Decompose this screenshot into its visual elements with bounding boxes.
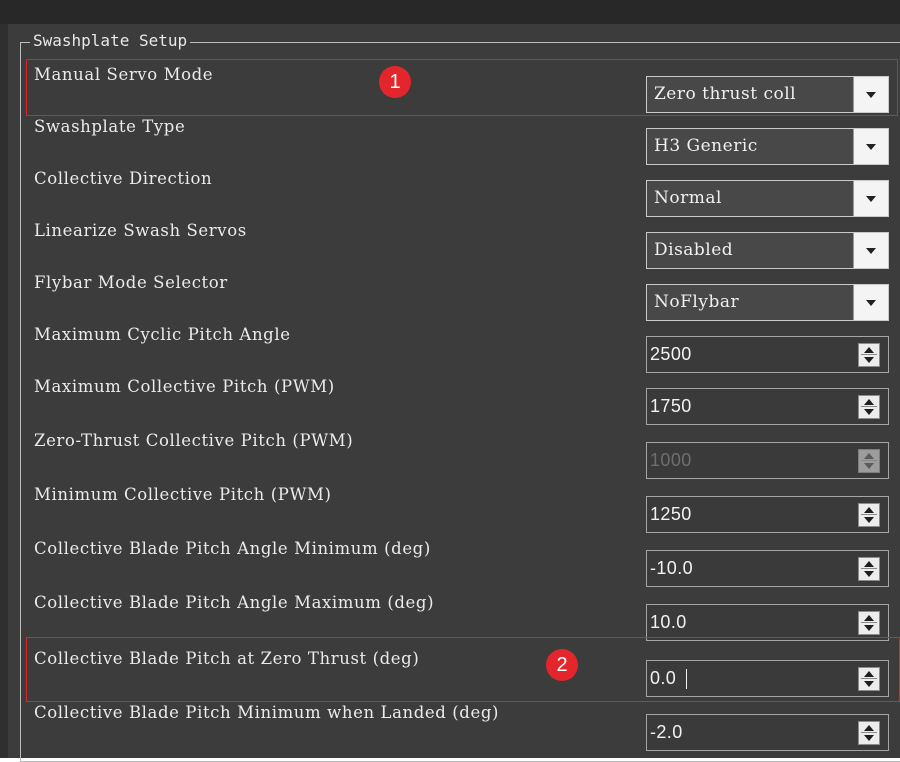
blade-pitch-angle-minimum-input[interactable]: -10.0 bbox=[646, 550, 889, 587]
maximum-collective-pitch-label: Maximum Collective Pitch (PWM) bbox=[34, 377, 335, 396]
stepper-divider bbox=[861, 406, 877, 407]
step-up-icon bbox=[864, 561, 874, 567]
flybar-mode-select[interactable]: NoFlybar bbox=[646, 284, 889, 321]
row-maximum-collective-pitch: Maximum Collective Pitch (PWM) 1750 bbox=[0, 374, 900, 426]
annotation-highlight-2 bbox=[26, 637, 900, 702]
spin-value: -2.0 bbox=[650, 722, 683, 742]
step-down-icon bbox=[864, 357, 874, 363]
dropdown-button[interactable] bbox=[853, 285, 888, 320]
step-up-icon bbox=[864, 453, 874, 459]
blade-pitch-angle-minimum-label: Collective Blade Pitch Angle Minimum (de… bbox=[34, 539, 431, 558]
step-down-icon bbox=[864, 571, 874, 577]
flybar-mode-selector-label: Flybar Mode Selector bbox=[34, 273, 228, 292]
linearize-swash-servos-select[interactable]: Disabled bbox=[646, 232, 889, 269]
zero-thrust-collective-pitch-input: 1000 bbox=[646, 442, 889, 479]
spin-stepper[interactable] bbox=[858, 503, 880, 527]
minimum-collective-pitch-input[interactable]: 1250 bbox=[646, 496, 889, 533]
spin-stepper bbox=[858, 449, 880, 473]
spin-stepper[interactable] bbox=[858, 721, 880, 745]
group-title: Swashplate Setup bbox=[30, 31, 191, 51]
step-up-icon bbox=[864, 725, 874, 731]
swashplate-type-select[interactable]: H3 Generic bbox=[646, 128, 889, 165]
spin-value: 1000 bbox=[650, 450, 692, 470]
row-swashplate-type: Swashplate Type H3 Generic bbox=[0, 114, 900, 166]
linearize-swash-servos-value: Disabled bbox=[654, 240, 734, 260]
swashplate-type-value: H3 Generic bbox=[654, 136, 758, 156]
blade-pitch-minimum-landed-label: Collective Blade Pitch Minimum when Land… bbox=[34, 703, 500, 722]
spin-value: 1250 bbox=[650, 504, 692, 524]
stepper-divider bbox=[861, 568, 877, 569]
blade-pitch-angle-maximum-label: Collective Blade Pitch Angle Maximum (de… bbox=[34, 593, 435, 612]
window-top-bar bbox=[0, 0, 900, 24]
row-blade-pitch-angle-minimum: Collective Blade Pitch Angle Minimum (de… bbox=[0, 536, 900, 588]
blade-pitch-minimum-landed-input[interactable]: -2.0 bbox=[646, 714, 889, 751]
annotation-highlight-1 bbox=[26, 59, 898, 116]
step-down-icon bbox=[864, 517, 874, 523]
spin-value: 1750 bbox=[650, 396, 692, 416]
stepper-divider bbox=[861, 460, 877, 461]
spin-stepper[interactable] bbox=[858, 395, 880, 419]
linearize-swash-servos-label: Linearize Swash Servos bbox=[34, 221, 247, 240]
row-collective-direction: Collective Direction Normal bbox=[0, 166, 900, 218]
row-linearize-swash-servos: Linearize Swash Servos Disabled bbox=[0, 218, 900, 270]
stepper-divider bbox=[861, 354, 877, 355]
minimum-collective-pitch-label: Minimum Collective Pitch (PWM) bbox=[34, 485, 332, 504]
row-flybar-mode-selector: Flybar Mode Selector NoFlybar bbox=[0, 270, 900, 322]
maximum-cyclic-pitch-angle-input[interactable]: 2500 bbox=[646, 336, 889, 373]
dropdown-button[interactable] bbox=[853, 181, 888, 216]
step-down-icon bbox=[864, 409, 874, 415]
collective-direction-value: Normal bbox=[654, 188, 722, 208]
annotation-badge-1: 1 bbox=[379, 66, 411, 98]
row-blade-pitch-minimum-landed: Collective Blade Pitch Minimum when Land… bbox=[0, 700, 900, 752]
dropdown-button[interactable] bbox=[853, 129, 888, 164]
row-minimum-collective-pitch: Minimum Collective Pitch (PWM) 1250 bbox=[0, 482, 900, 534]
step-down-icon bbox=[864, 735, 874, 741]
spin-stepper[interactable] bbox=[858, 557, 880, 581]
stepper-divider bbox=[861, 732, 877, 733]
step-up-icon bbox=[864, 507, 874, 513]
row-zero-thrust-collective-pitch: Zero-Thrust Collective Pitch (PWM) 1000 bbox=[0, 428, 900, 480]
step-up-icon bbox=[864, 399, 874, 405]
zero-thrust-collective-pitch-label: Zero-Thrust Collective Pitch (PWM) bbox=[34, 431, 354, 450]
swashplate-type-label: Swashplate Type bbox=[34, 117, 186, 136]
flybar-mode-value: NoFlybar bbox=[654, 292, 740, 312]
step-up-icon bbox=[864, 347, 874, 353]
row-blade-pitch-angle-maximum: Collective Blade Pitch Angle Maximum (de… bbox=[0, 590, 900, 642]
row-maximum-cyclic-pitch-angle: Maximum Cyclic Pitch Angle 2500 bbox=[0, 322, 900, 374]
collective-direction-label: Collective Direction bbox=[34, 169, 213, 188]
stepper-divider bbox=[861, 514, 877, 515]
spin-stepper[interactable] bbox=[858, 343, 880, 367]
chevron-down-icon bbox=[866, 144, 876, 150]
spin-stepper[interactable] bbox=[858, 611, 880, 635]
stepper-divider bbox=[861, 622, 877, 623]
blade-pitch-angle-maximum-input[interactable]: 10.0 bbox=[646, 604, 889, 641]
chevron-down-icon bbox=[866, 300, 876, 306]
maximum-collective-pitch-input[interactable]: 1750 bbox=[646, 388, 889, 425]
annotation-badge-2: 2 bbox=[546, 649, 578, 681]
dropdown-button[interactable] bbox=[853, 233, 888, 268]
chevron-down-icon bbox=[866, 248, 876, 254]
step-down-icon bbox=[864, 463, 874, 469]
spin-value: 10.0 bbox=[650, 612, 687, 632]
spin-value: 2500 bbox=[650, 344, 692, 364]
step-down-icon bbox=[864, 625, 874, 631]
step-up-icon bbox=[864, 615, 874, 621]
maximum-cyclic-pitch-angle-label: Maximum Cyclic Pitch Angle bbox=[34, 325, 291, 344]
spin-value: -10.0 bbox=[650, 558, 694, 578]
collective-direction-select[interactable]: Normal bbox=[646, 180, 889, 217]
chevron-down-icon bbox=[866, 196, 876, 202]
